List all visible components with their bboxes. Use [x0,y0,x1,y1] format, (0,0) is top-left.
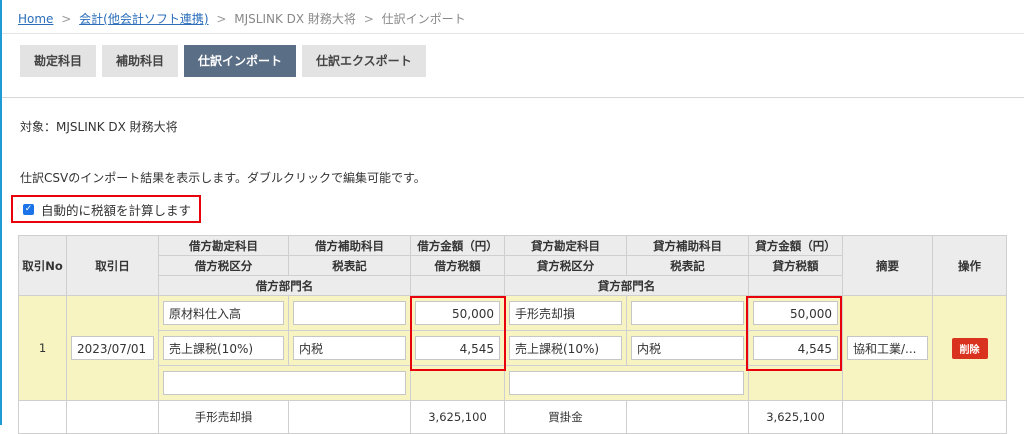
cell [504,365,749,401]
debit-dept-field[interactable] [163,371,406,395]
header-credit-account: 貸方勘定科目 [504,235,627,256]
divider [2,97,1024,98]
auto-tax-label[interactable]: 自動的に税額を計算します [41,200,191,219]
cell: 50,000 [410,295,505,331]
row2-debit-amount[interactable]: 3,625,100 [410,400,505,434]
cell [288,295,411,331]
action-cell: 削除 [932,295,1007,401]
breadcrumb-separator: > [61,12,72,26]
cell [18,400,67,434]
cell: 内税 [288,330,411,366]
header-action: 操作 [932,235,1007,296]
header-memo: 摘要 [842,235,933,296]
table-row: 1 2023/07/01 原材料仕入高 50,000 手形売却損 50,000 … [18,295,1007,401]
cell [932,400,1007,434]
cell [842,400,933,434]
credit-sub-field[interactable] [631,301,744,325]
header-credit-sub: 貸方補助科目 [626,235,749,256]
header-debit-amount: 借方金額（円） [410,235,505,256]
header-debit-sub: 借方補助科目 [288,235,411,256]
breadcrumb: Home > 会計(他会計ソフト連携) > MJSLINK DX 財務大将 > … [18,10,466,27]
header-credit-amount: 貸方金額（円） [748,235,843,256]
debit-taxmark-field[interactable]: 内税 [293,336,406,360]
cell: 50,000 [748,295,843,331]
cell: 4,545 [410,330,505,366]
memo-cell: 協和工業/... [842,295,933,401]
tab-accounts[interactable]: 勘定科目 [20,45,97,77]
row2-debit-account[interactable]: 手形売却損 [158,400,289,434]
header-empty [748,275,843,296]
credit-amount-field[interactable]: 50,000 [753,301,838,325]
cell [410,365,505,401]
row2-credit-amount[interactable]: 3,625,100 [748,400,843,434]
credit-account-field[interactable]: 手形売却損 [509,301,622,325]
tab-bar: 勘定科目 補助科目 仕訳インポート 仕訳エクスポート [20,45,426,77]
breadcrumb-separator: > [363,12,374,26]
cell [626,295,749,331]
header-debit-dept: 借方部門名 [158,275,411,296]
row2-credit-account[interactable]: 買掛金 [504,400,627,434]
breadcrumb-accounting-link[interactable]: 会計(他会計ソフト連携) [79,12,208,26]
cell [288,400,411,434]
breadcrumb-separator: > [216,12,227,26]
header-debit-tax: 借方税額 [410,255,505,276]
debit-sub-field[interactable] [293,301,406,325]
delete-button[interactable]: 削除 [951,337,988,359]
cell [626,400,749,434]
table-row: 手形売却損 3,625,100 買掛金 3,625,100 [18,400,1007,434]
cell [748,365,843,401]
header-empty [410,275,505,296]
cell: 売上課税(10%) [158,330,289,366]
description-text: 仕訳CSVのインポート結果を表示します。ダブルクリックで編集可能です。 [20,171,426,185]
tab-journal-export[interactable]: 仕訳エクスポート [302,45,426,77]
date-field[interactable]: 2023/07/01 [71,336,154,360]
debit-taxcat-field[interactable]: 売上課税(10%) [163,336,284,360]
header-no: 取引No [18,235,67,296]
tab-sub-accounts[interactable]: 補助科目 [102,45,179,77]
cell: 手形売却損 [504,295,627,331]
debit-account-field[interactable]: 原材料仕入高 [163,301,284,325]
journal-table: 取引No 取引日 借方勘定科目 借方補助科目 借方金額（円） 貸方勘定科目 貸方… [18,235,1007,434]
memo-field[interactable]: 協和工業/... [847,336,928,360]
cell: 原材料仕入高 [158,295,289,331]
breadcrumb-software: MJSLINK DX 財務大将 [234,12,356,26]
auto-tax-checkbox[interactable]: ✓ [23,203,34,215]
row-date-cell: 2023/07/01 [66,295,159,401]
cell: 売上課税(10%) [504,330,627,366]
header-taxmark: 税表記 [288,255,411,276]
breadcrumb-current: 仕訳インポート [381,12,466,26]
header-credit-taxcat: 貸方税区分 [504,255,627,276]
credit-taxmark-field[interactable]: 内税 [631,336,744,360]
header-credit-dept: 貸方部門名 [504,275,749,296]
cell [66,400,159,434]
debit-amount-field[interactable]: 50,000 [415,301,500,325]
target-label: 対象：MJSLINK DX 財務大将 [20,120,178,134]
header-debit-taxcat: 借方税区分 [158,255,289,276]
divider [2,33,1024,34]
cell [158,365,411,401]
credit-dept-field[interactable] [509,371,744,395]
tab-journal-import[interactable]: 仕訳インポート [184,45,297,77]
breadcrumb-home-link[interactable]: Home [18,12,53,26]
cell: 内税 [626,330,749,366]
credit-taxcat-field[interactable]: 売上課税(10%) [509,336,622,360]
row-no: 1 [18,295,67,401]
left-accent-bar [0,0,2,425]
header-taxmark: 税表記 [626,255,749,276]
auto-tax-option: ✓ 自動的に税額を計算します [11,195,201,223]
debit-tax-field[interactable]: 4,545 [415,336,500,360]
header-credit-tax: 貸方税額 [748,255,843,276]
credit-tax-field[interactable]: 4,545 [753,336,838,360]
cell: 4,545 [748,330,843,366]
header-date: 取引日 [66,235,159,296]
header-debit-account: 借方勘定科目 [158,235,289,256]
